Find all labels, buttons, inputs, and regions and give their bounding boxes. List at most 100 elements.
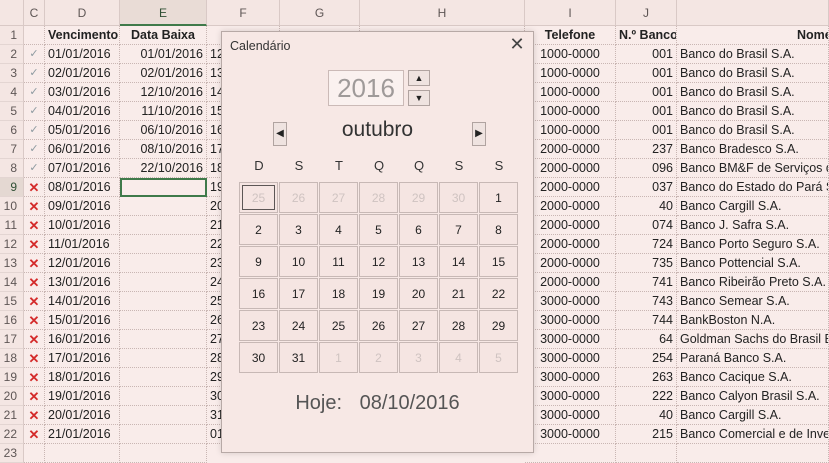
status-icon[interactable]: ✓ xyxy=(24,102,45,121)
cell[interactable] xyxy=(24,26,45,45)
column-header-j[interactable]: J xyxy=(616,0,677,26)
status-icon[interactable]: ✕ xyxy=(24,425,45,444)
status-icon[interactable]: ✕ xyxy=(24,273,45,292)
cell-nome[interactable]: Banco BM&F de Serviços de xyxy=(677,159,829,178)
status-icon[interactable]: ✕ xyxy=(24,254,45,273)
row-number[interactable]: 18 xyxy=(0,349,24,368)
column-header-c[interactable]: C xyxy=(24,0,45,26)
cell-data-baixa[interactable]: 01/01/2016 xyxy=(120,45,207,64)
row-number[interactable]: 23 xyxy=(0,444,24,463)
cell-nome[interactable]: BankBoston N.A. xyxy=(677,311,829,330)
row-number[interactable]: 13 xyxy=(0,254,24,273)
calendar-day[interactable]: 3 xyxy=(279,214,318,245)
cell-vencimento[interactable]: 02/01/2016 xyxy=(45,64,120,83)
cell-n-banco[interactable]: 001 xyxy=(616,102,677,121)
calendar-day[interactable]: 21 xyxy=(439,278,478,309)
calendar-day[interactable]: 30 xyxy=(439,182,478,213)
calendar-day[interactable]: 1 xyxy=(479,182,518,213)
cell-vencimento[interactable]: 18/01/2016 xyxy=(45,368,120,387)
cell-nome[interactable]: Banco Porto Seguro S.A. xyxy=(677,235,829,254)
cell-n-banco[interactable]: 096 xyxy=(616,159,677,178)
calendar-day[interactable]: 15 xyxy=(479,246,518,277)
calendar-day[interactable]: 2 xyxy=(359,342,398,373)
cell-nome[interactable]: Banco do Brasil S.A. xyxy=(677,121,829,140)
calendar-day[interactable]: 27 xyxy=(319,182,358,213)
cell-vencimento[interactable]: 03/01/2016 xyxy=(45,83,120,102)
cell-vencimento[interactable]: 08/01/2016 xyxy=(45,178,120,197)
cell-telefone[interactable]: 1000-0000 xyxy=(525,102,616,121)
calendar-day[interactable]: 12 xyxy=(359,246,398,277)
cell-nome[interactable]: Banco Cargill S.A. xyxy=(677,406,829,425)
calendar-day[interactable]: 30 xyxy=(239,342,278,373)
cell-n-banco[interactable]: 741 xyxy=(616,273,677,292)
cell-nome[interactable]: Banco do Brasil S.A. xyxy=(677,102,829,121)
status-icon[interactable]: ✕ xyxy=(24,216,45,235)
cell-n-banco[interactable]: 001 xyxy=(616,121,677,140)
calendar-day[interactable]: 13 xyxy=(399,246,438,277)
status-icon[interactable]: ✓ xyxy=(24,45,45,64)
calendar-day[interactable]: 28 xyxy=(359,182,398,213)
row-number[interactable]: 7 xyxy=(0,140,24,159)
cell-vencimento[interactable]: 11/01/2016 xyxy=(45,235,120,254)
cell-vencimento[interactable]: 20/01/2016 xyxy=(45,406,120,425)
calendar-day[interactable]: 19 xyxy=(359,278,398,309)
cell-vencimento[interactable]: 19/01/2016 xyxy=(45,387,120,406)
status-icon[interactable]: ✕ xyxy=(24,197,45,216)
cell[interactable] xyxy=(616,444,677,463)
calendar-day[interactable]: 27 xyxy=(399,310,438,341)
status-icon[interactable]: ✕ xyxy=(24,292,45,311)
status-icon[interactable]: ✕ xyxy=(24,235,45,254)
column-header-g[interactable]: G xyxy=(280,0,360,26)
status-icon[interactable]: ✓ xyxy=(24,121,45,140)
calendar-day[interactable]: 28 xyxy=(439,310,478,341)
cell-n-banco[interactable]: 222 xyxy=(616,387,677,406)
row-number[interactable]: 6 xyxy=(0,121,24,140)
status-icon[interactable]: ✕ xyxy=(24,349,45,368)
column-header-d[interactable]: D xyxy=(45,0,120,26)
row-number[interactable]: 11 xyxy=(0,216,24,235)
cell-telefone[interactable]: 3000-0000 xyxy=(525,292,616,311)
calendar-day[interactable]: 3 xyxy=(399,342,438,373)
cell-data-baixa[interactable] xyxy=(120,292,207,311)
status-icon[interactable]: ✓ xyxy=(24,140,45,159)
row-number[interactable]: 1 xyxy=(0,26,24,45)
status-icon[interactable]: ✕ xyxy=(24,330,45,349)
cell-vencimento[interactable]: 04/01/2016 xyxy=(45,102,120,121)
cell-telefone[interactable]: 2000-0000 xyxy=(525,254,616,273)
row-number[interactable]: 2 xyxy=(0,45,24,64)
cell-vencimento[interactable]: 17/01/2016 xyxy=(45,349,120,368)
cell-nome[interactable]: Banco Semear S.A. xyxy=(677,292,829,311)
cell[interactable] xyxy=(120,444,207,463)
next-month-button[interactable]: ▶ xyxy=(472,122,486,146)
cell[interactable] xyxy=(24,444,45,463)
year-field[interactable]: 2016 xyxy=(328,70,404,106)
cell[interactable] xyxy=(677,444,829,463)
calendar-day[interactable]: 26 xyxy=(279,182,318,213)
calendar-day[interactable]: 6 xyxy=(399,214,438,245)
status-icon[interactable]: ✓ xyxy=(24,83,45,102)
row-number[interactable]: 19 xyxy=(0,368,24,387)
cell-n-banco[interactable]: 735 xyxy=(616,254,677,273)
cell-data-baixa[interactable] xyxy=(120,368,207,387)
calendar-day[interactable]: 14 xyxy=(439,246,478,277)
column-header-k[interactable] xyxy=(677,0,829,26)
cell-data-baixa[interactable] xyxy=(120,387,207,406)
cell-data-baixa[interactable] xyxy=(120,349,207,368)
cell-vencimento[interactable]: 06/01/2016 xyxy=(45,140,120,159)
row-number[interactable]: 17 xyxy=(0,330,24,349)
close-icon[interactable]: ✕ xyxy=(509,35,525,53)
calendar-day[interactable]: 8 xyxy=(479,214,518,245)
cell-vencimento[interactable]: 09/01/2016 xyxy=(45,197,120,216)
cell-vencimento[interactable]: 21/01/2016 xyxy=(45,425,120,444)
cell-telefone[interactable]: 3000-0000 xyxy=(525,368,616,387)
cell-telefone[interactable]: 1000-0000 xyxy=(525,64,616,83)
row-number[interactable]: 22 xyxy=(0,425,24,444)
cell-data-baixa[interactable]: 08/10/2016 xyxy=(120,140,207,159)
cell-data-baixa[interactable] xyxy=(120,330,207,349)
cell-nome[interactable]: Banco do Estado do Pará S xyxy=(677,178,829,197)
cell-telefone[interactable]: 1000-0000 xyxy=(525,121,616,140)
cell-telefone[interactable]: 3000-0000 xyxy=(525,406,616,425)
cell-n-banco[interactable]: 237 xyxy=(616,140,677,159)
cell-n-banco[interactable]: 215 xyxy=(616,425,677,444)
cell-n-banco[interactable]: 40 xyxy=(616,406,677,425)
